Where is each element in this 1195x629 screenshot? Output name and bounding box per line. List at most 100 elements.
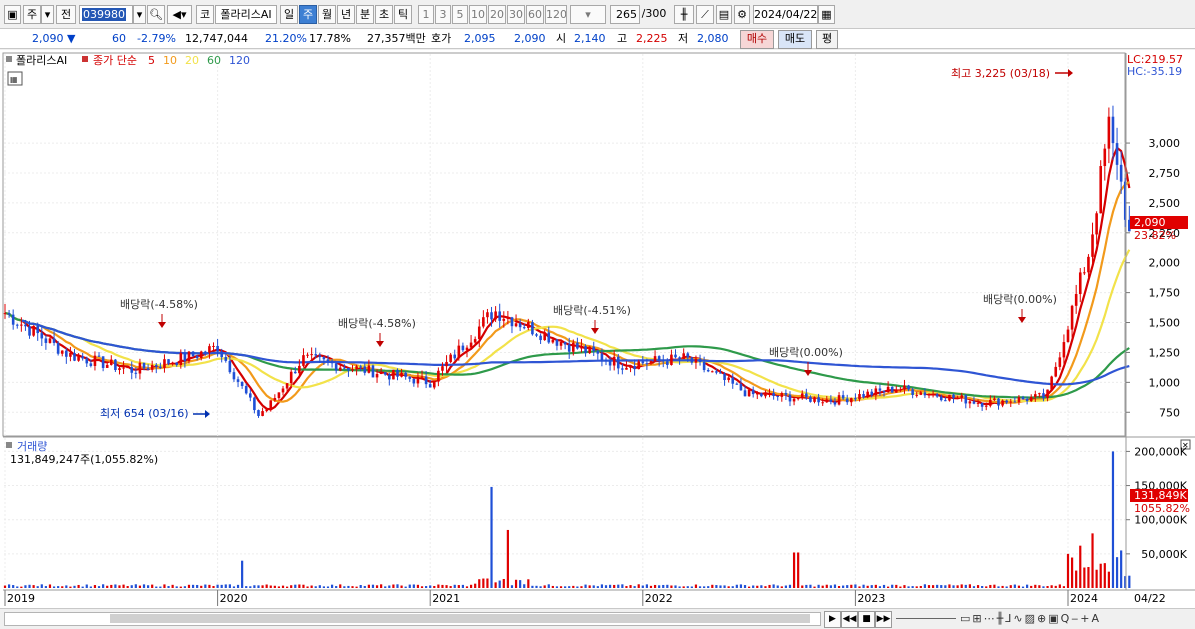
save-icon[interactable]: ▤ [716,5,732,24]
volume-bar [976,585,980,588]
candle-body [69,352,72,357]
candle-body [980,402,984,407]
interval-20[interactable]: 20 [488,5,506,24]
candle-body [265,409,268,412]
volume-bar [502,578,505,588]
volume-bar [44,586,47,588]
candle-body [780,392,784,397]
interval-5[interactable]: 5 [452,5,468,24]
candle-body [494,311,497,320]
eval-button[interactable]: 평 [816,30,838,49]
type-select[interactable]: 주 [23,5,41,24]
volume-bar [187,584,191,588]
candle-body [285,383,289,389]
chart-svg[interactable]: 폴라리스AI 종가 단순 5 10 20 60 120 ▦ LC:219.57 HC:-… [0,50,1195,608]
chart-area[interactable]: 폴라리스AI 종가 단순 5 10 20 60 120 ▦ LC:219.57 HC:-… [0,50,1195,608]
volume-bar [645,584,648,588]
candle-body [616,356,620,369]
candle-body [502,318,506,321]
volume-bar [1111,451,1115,588]
candle-body [825,399,829,403]
period-6[interactable]: 틱 [394,5,412,24]
window-icon[interactable]: ▣ [4,5,21,24]
volume-bar [731,586,734,588]
candle-body [1009,401,1013,403]
change-value: 60 [112,32,126,45]
gear-icon[interactable]: ⚙ [734,5,750,24]
interval-3[interactable]: 3 [435,5,451,24]
scrollbar-thumb[interactable] [110,614,810,623]
candle-icon[interactable]: ╫ [674,5,694,24]
candle-body [293,371,297,374]
volume-bar [641,585,644,588]
candle-body [130,367,134,373]
volume-bar [1046,586,1049,588]
candle-body [420,376,424,378]
period-1[interactable]: 주 [299,5,317,24]
volume-bar [993,584,996,588]
prev-button[interactable]: 전 [56,5,76,24]
search-icon[interactable]: 🔍︎ [147,5,165,24]
stop-icon[interactable]: ■ [858,611,875,628]
candle-body [326,359,330,362]
candle-body [114,359,117,371]
code-dropdown-icon[interactable]: ▾ [133,5,146,24]
draw-icon[interactable]: ⟋ [696,5,714,24]
market-type[interactable]: 코 [196,5,214,24]
volume-bar [388,585,391,588]
candle-body [649,361,653,364]
candle-body [244,386,248,394]
sound-icon[interactable]: ◀▾ [167,5,192,24]
scroll-last-icon[interactable]: ▶▶ [875,611,892,628]
candle-body [486,312,489,318]
scroll-first-icon[interactable]: ◀◀ [841,611,858,628]
candle-body [253,397,256,411]
zoom-slider[interactable] [896,618,956,619]
interval-60[interactable]: 60 [526,5,544,24]
candle-body [355,366,358,370]
candle-body [522,327,526,329]
candle-body [535,334,538,336]
candle-body [334,363,338,371]
volume-bar [335,586,338,588]
candle-body [343,367,346,369]
candle-body [935,394,939,397]
y-tick-label: 3,000 [1149,137,1181,150]
interval-10[interactable]: 10 [469,5,487,24]
volume-bar [89,586,92,588]
scrollbar-track[interactable] [4,612,821,626]
volume-bar [559,586,563,588]
candle-body [813,397,816,402]
chevron-down-icon[interactable]: ▾ [41,5,54,24]
candle-body [118,368,121,371]
calendar-icon[interactable]: ▦ [818,5,835,24]
volume-bar [547,584,550,588]
candle-body [874,388,878,396]
period-4[interactable]: 분 [356,5,374,24]
candle-body [886,386,890,392]
count-input[interactable]: 265 [610,5,640,24]
tool-icons[interactable]: ▭⊞⋯╫⅃∿▨⊕▣Q‒+A [960,612,1101,625]
volume-bar [523,584,526,588]
date-input[interactable]: 2024/04/22 [753,5,818,24]
volume-bar [1026,584,1029,588]
candle-body [52,338,56,343]
scroll-right-icon[interactable]: ▶ [824,611,841,628]
period-3[interactable]: 년 [337,5,355,24]
interval-dropdown[interactable]: ▾ [570,5,606,24]
candle-body [179,353,183,366]
interval-1[interactable]: 1 [418,5,434,24]
candle-body [318,355,322,358]
interval-30[interactable]: 30 [507,5,525,24]
period-0[interactable]: 일 [280,5,298,24]
period-5[interactable]: 초 [375,5,393,24]
period-2[interactable]: 월 [318,5,336,24]
candle-body [351,369,354,371]
bid-label: 호가 [431,32,452,45]
candle-body [899,389,902,391]
ma-legend-60: 60 [207,54,221,67]
interval-120[interactable]: 120 [545,5,567,24]
stock-code-input[interactable]: 039980 [79,5,133,24]
buy-button[interactable]: 매수 [740,30,774,49]
sell-button[interactable]: 매도 [778,30,812,49]
